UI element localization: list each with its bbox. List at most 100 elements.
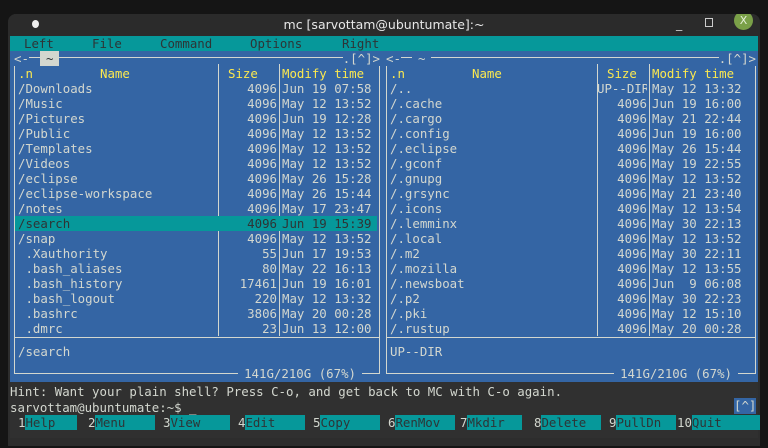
right-file-row[interactable]: /.newsboat 4096 Jun 9 06:08 [387, 276, 753, 291]
right-file-name: /.icons [390, 201, 443, 216]
menu-file[interactable]: File [92, 36, 122, 51]
right-column-headers: .n Name Size Modify time [382, 66, 758, 81]
left-file-size: 4096 [247, 141, 277, 156]
right-file-name: /.pki [390, 306, 428, 321]
right-file-row[interactable]: /.icons 4096 May 12 13:54 [387, 201, 753, 216]
left-file-row[interactable]: .bash_aliases 80 May 22 16:13 [15, 261, 377, 276]
right-panel-nav-left[interactable]: <- [386, 51, 401, 66]
left-panel-nav-right[interactable]: .[^]> [342, 51, 380, 66]
function-key-label: Copy [320, 415, 381, 430]
left-file-row[interactable]: /eclipse 4096 May 26 15:28 [15, 171, 377, 186]
function-key-number: 2 [88, 415, 96, 430]
right-header-sort[interactable]: .n [390, 66, 405, 81]
function-key-delete[interactable]: 8Delete [534, 415, 602, 430]
right-file-row[interactable]: /.p2 4096 May 30 22:23 [387, 291, 753, 306]
function-key-quit[interactable]: 10Quit [677, 415, 760, 430]
right-file-size: 4096 [617, 111, 647, 126]
left-file-row[interactable]: /Music 4096 May 12 13:52 [15, 96, 377, 111]
left-panel-nav-left[interactable]: <- [14, 51, 29, 66]
right-panel-nav-right[interactable]: .[^]> [718, 51, 756, 66]
left-file-row[interactable]: /Videos 4096 May 12 13:52 [15, 156, 377, 171]
left-column-headers: .n Name Size Modify time [10, 66, 382, 81]
left-header-name[interactable]: Name [100, 66, 130, 81]
right-file-row[interactable]: /.gconf 4096 May 19 22:55 [387, 156, 753, 171]
left-header-sort[interactable]: .n [18, 66, 33, 81]
right-file-row[interactable]: /.cargo 4096 May 21 22:44 [387, 111, 753, 126]
right-file-row[interactable]: /.mozilla 4096 May 12 13:55 [387, 261, 753, 276]
menu-left[interactable]: Left [24, 36, 54, 51]
function-key-pulldn[interactable]: 9PullDn [609, 415, 677, 430]
left-file-row[interactable]: .bashrc 3806 May 20 00:28 [15, 306, 377, 321]
right-file-row[interactable]: /.rustup 4096 May 20 00:28 [387, 321, 753, 336]
right-file-time: May 12 13:32 [652, 81, 742, 96]
right-file-size: 4096 [617, 126, 647, 141]
right-file-size: 4096 [617, 186, 647, 201]
left-file-row[interactable]: /Pictures 4096 Jun 19 12:28 [15, 111, 377, 126]
left-file-row[interactable]: /eclipse-workspace 4096 May 26 15:44 [15, 186, 377, 201]
left-file-row[interactable]: /notes 4096 May 17 23:47 [15, 201, 377, 216]
command-history-button[interactable]: [^] [734, 398, 756, 414]
function-key-edit[interactable]: 4Edit [238, 415, 306, 430]
left-file-time: Jun 13 12:00 [282, 321, 372, 336]
menu-command[interactable]: Command [160, 36, 212, 51]
right-file-row[interactable]: /.pki 4096 May 12 15:10 [387, 306, 753, 321]
right-file-row[interactable]: /.gnupg 4096 May 12 13:52 [387, 171, 753, 186]
right-file-size: 4096 [617, 96, 647, 111]
right-panel-path[interactable]: ~ [412, 51, 432, 66]
left-file-row[interactable]: /search 4096 Jun 19 15:39 [15, 216, 377, 231]
left-file-row[interactable]: /Templates 4096 May 12 13:52 [15, 141, 377, 156]
right-file-row[interactable]: /.. UP--DIR May 12 13:32 [387, 81, 753, 96]
right-file-name: /.grsync [390, 186, 450, 201]
window-title: mc [sarvottam@ubuntumate]:~ [283, 17, 485, 32]
left-file-time: May 12 13:52 [282, 231, 372, 246]
left-header-time[interactable]: Modify time [282, 66, 364, 81]
left-file-size: 3806 [247, 306, 277, 321]
maximize-button[interactable] [705, 18, 713, 27]
left-file-row[interactable]: /snap 4096 May 12 13:52 [15, 231, 377, 246]
right-file-row[interactable]: /.lemminx 4096 May 30 22:13 [387, 216, 753, 231]
right-file-row[interactable]: /.config 4096 Jun 19 16:00 [387, 126, 753, 141]
function-key-menu[interactable]: 2Menu [88, 415, 156, 430]
left-panel[interactable]: <- ~ .[^]> .n Name Size Modify time/Downloads 4… [10, 51, 382, 382]
left-file-row[interactable]: .Xauthority 55 Jun 17 19:53 [15, 246, 377, 261]
minimize-button[interactable]: _ [676, 16, 682, 31]
right-file-name: /.config [390, 126, 450, 141]
function-key-view[interactable]: 3View [163, 415, 231, 430]
left-file-row[interactable]: .bash_history 17461 Jun 19 16:01 [15, 276, 377, 291]
right-file-time: May 21 22:44 [652, 111, 742, 126]
right-header-name[interactable]: Name [472, 66, 502, 81]
shell-prompt[interactable]: sarvottam@ubuntumate:~$ _ [10, 400, 197, 415]
left-file-size: 4096 [247, 126, 277, 141]
function-key-help[interactable]: 1Help [18, 415, 78, 430]
left-file-row[interactable]: /Downloads 4096 Jun 19 07:58 [15, 81, 377, 96]
right-header-size[interactable]: Size [607, 66, 637, 81]
function-key-copy[interactable]: 5Copy [313, 415, 381, 430]
left-file-row[interactable]: .bash_logout 220 May 12 13:32 [15, 291, 377, 306]
left-file-name: /eclipse [18, 171, 78, 186]
right-file-row[interactable]: /.cache 4096 Jun 19 16:00 [387, 96, 753, 111]
terminal[interactable]: Left File Command Options Right <- ~ .[^]>… [10, 36, 760, 438]
left-file-row[interactable]: .dmrc 23 Jun 13 12:00 [15, 321, 377, 336]
right-file-time: May 26 15:44 [652, 141, 742, 156]
menu-right[interactable]: Right [342, 36, 379, 51]
right-file-name: /.cargo [390, 111, 443, 126]
left-file-name: /Public [18, 126, 71, 141]
menu-options[interactable]: Options [250, 36, 302, 51]
right-file-row[interactable]: /.m2 4096 May 30 22:11 [387, 246, 753, 261]
right-file-row[interactable]: /.eclipse 4096 May 26 15:44 [387, 141, 753, 156]
function-key-renmov[interactable]: 6RenMov [388, 415, 456, 430]
left-panel-path[interactable]: ~ [40, 51, 60, 66]
left-header-size[interactable]: Size [228, 66, 258, 81]
right-file-row[interactable]: /.grsync 4096 May 21 23:40 [387, 186, 753, 201]
right-file-name: /.m2 [390, 246, 420, 261]
left-file-size: 4096 [247, 111, 277, 126]
right-panel[interactable]: <- ~ .[^]> .n Name Size Modify time /.. UP--DIR M… [382, 51, 758, 382]
left-file-row[interactable]: /Public 4096 May 12 13:52 [15, 126, 377, 141]
right-header-time[interactable]: Modify time [652, 66, 734, 81]
right-file-row[interactable]: /.local 4096 May 12 13:52 [387, 231, 753, 246]
left-file-time: May 12 13:52 [282, 126, 372, 141]
left-file-time: May 22 16:13 [282, 261, 372, 276]
function-key-label: Edit [245, 415, 306, 430]
function-key-mkdir[interactable]: 7Mkdir [460, 415, 523, 430]
left-file-size: 23 [262, 321, 277, 336]
